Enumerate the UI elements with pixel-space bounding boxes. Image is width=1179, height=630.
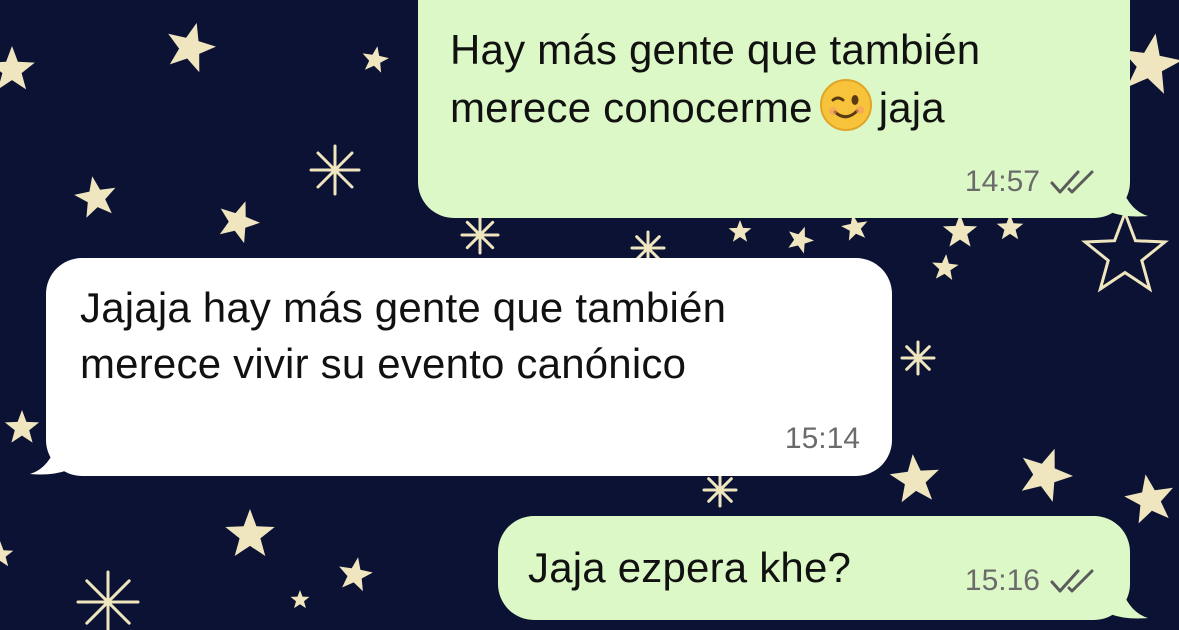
bubble-tail-incoming-1 (30, 440, 68, 475)
message-meta: 15:14 (785, 422, 860, 456)
wallpaper-asterisk (309, 144, 361, 196)
message-meta: 14:57 (965, 165, 1098, 199)
message-timestamp: 14:57 (964, 165, 1040, 198)
message-meta: 15:16 (965, 564, 1098, 598)
winking-face-emoji-icon (819, 79, 872, 131)
bubble-tail-outgoing-2 (1110, 584, 1148, 619)
message-line-2-text: merece conocerme (450, 84, 813, 131)
message-line-1: Jajaja hay más gente que también (80, 284, 727, 331)
message-line-1: Jaja ezpera khe? (528, 544, 852, 591)
wallpaper-asterisk (900, 340, 936, 376)
message-line-2: merece conocerme jaja (450, 78, 980, 136)
message-text: Jajaja hay más gente que también merece … (80, 280, 726, 392)
wallpaper-asterisk (76, 570, 140, 630)
message-timestamp: 15:16 (964, 564, 1040, 597)
double-check-icon (1050, 170, 1094, 194)
message-bubble-outgoing-2[interactable]: Jaja ezpera khe? 15:16 (498, 516, 1130, 620)
message-line-2: merece vivir su evento canónico (80, 340, 687, 387)
message-bubble-incoming-1[interactable]: Jajaja hay más gente que también merece … (46, 258, 892, 476)
message-line-1: Hay más gente que también (450, 26, 981, 73)
message-bubble-outgoing-1[interactable]: Hay más gente que también merece conocer… (418, 0, 1130, 218)
double-check-icon (1050, 569, 1094, 593)
wallpaper-asterisk (460, 215, 500, 255)
wallpaper-asterisk (702, 472, 738, 508)
message-text: Jaja ezpera khe? (528, 540, 851, 596)
message-text: Hay más gente que también merece conocer… (450, 22, 980, 136)
bubble-tail-outgoing-1 (1110, 182, 1148, 217)
message-line-2-text-end: jaja (878, 84, 945, 131)
message-timestamp: 15:14 (784, 422, 860, 455)
